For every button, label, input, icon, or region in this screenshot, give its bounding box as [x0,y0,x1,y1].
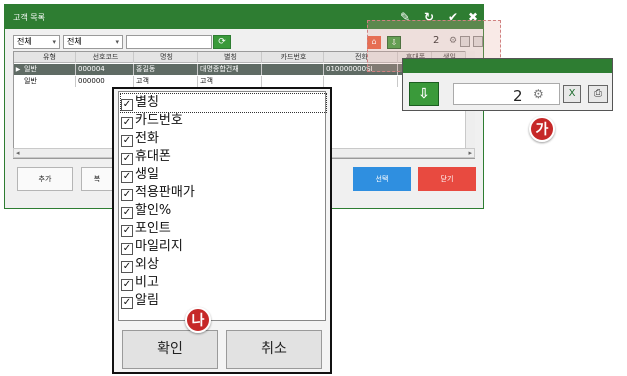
chevron-down-icon: ▾ [52,38,56,46]
checkbox-checked-icon[interactable]: ✓ [121,171,133,183]
column-header[interactable]: 카드번호 [262,52,324,63]
zoom-title-bar [403,59,612,73]
column-option[interactable]: ✓ 카드번호 [121,112,183,130]
scroll-left-icon[interactable]: ◂ [16,149,20,158]
zoom-record-count: 2 [513,87,523,105]
window-title: 고객 목록 [13,13,45,22]
refresh-search-icon: ⟳ [218,37,226,47]
table-cell [324,76,398,87]
column-option[interactable]: ✓ 생일 [121,166,159,184]
column-option-label: 카드번호 [135,113,183,128]
type-select[interactable]: 전체 ▾ [13,35,60,49]
column-option-label: 외상 [135,257,159,272]
confirm-button[interactable]: 확인 [122,330,218,369]
table-cell: 일반 [22,64,76,75]
group-select-value: 전체 [67,37,82,46]
table-cell: 고객 [134,76,198,87]
chevron-down-icon: ▾ [115,38,119,46]
table-cell: 000004 [76,64,134,75]
excel-icon[interactable]: X [563,85,581,103]
checkbox-checked-icon[interactable]: ✓ [121,297,133,309]
checkbox-checked-icon[interactable]: ✓ [121,189,133,201]
add-button[interactable]: 추가 [17,167,73,191]
column-option-label: 비고 [135,275,159,290]
column-option-label: 포인트 [135,221,171,236]
checkbox-checked-icon[interactable]: ✓ [121,99,133,111]
checkbox-checked-icon[interactable]: ✓ [121,117,133,129]
column-option[interactable]: ✓ 외상 [121,256,159,274]
column-option[interactable]: ✓ 포인트 [121,220,171,238]
checkbox-checked-icon[interactable]: ✓ [121,279,133,291]
column-header[interactable]: 명칭 [134,52,198,63]
column-option-label: 별칭 [135,95,159,110]
checkbox-checked-icon[interactable]: ✓ [121,207,133,219]
badge-ga: 가 [529,116,555,142]
table-cell: 고객 [198,76,262,87]
badge-na: 나 [185,307,211,333]
gear-icon[interactable]: ⚙ [533,87,544,101]
table-cell [262,64,324,75]
column-option-label: 할인% [135,203,172,218]
column-option[interactable]: ✓ 적용판매가 [121,184,195,202]
column-option[interactable]: ✓ 비고 [121,274,159,292]
column-option-label: 마일리지 [135,239,183,254]
column-option[interactable]: ✓ 마일리지 [121,238,183,256]
column-header[interactable]: 유형 [22,52,76,63]
checkbox-checked-icon[interactable]: ✓ [121,135,133,147]
close-button[interactable]: 닫기 [418,167,476,191]
select-button[interactable]: 선택 [353,167,411,191]
search-input[interactable] [126,35,212,49]
type-select-value: 전체 [17,37,32,46]
table-cell: 일반 [22,76,76,87]
column-option-label: 적용판매가 [135,185,195,200]
checkbox-checked-icon[interactable]: ✓ [121,225,133,237]
column-option[interactable]: ✓ 별칭 [120,93,327,113]
column-chooser-popup: ✓ 별칭 ✓ 카드번호 ✓ 전화 ✓ 휴대폰 ✓ 생일 ✓ 적용판매가 ✓ 할인% ✓ 포인트 … [112,87,332,374]
checkbox-checked-icon[interactable]: ✓ [121,261,133,273]
table-cell: 대명종합건재 [198,64,262,75]
column-option[interactable]: ✓ 알림 [121,292,159,310]
scroll-right-icon[interactable]: ▸ [468,149,472,158]
column-header[interactable]: 별칭 [198,52,262,63]
toolbar-zoom-callout: ⇩ 2 ⚙ X ⎙ [402,58,613,111]
count-box [453,83,560,105]
column-option-label: 알림 [135,293,159,308]
column-option-label: 전화 [135,131,159,146]
download-icon[interactable]: ⇩ [409,82,439,106]
print-icon[interactable]: ⎙ [588,85,608,103]
column-checkbox-list: ✓ 별칭 ✓ 카드번호 ✓ 전화 ✓ 휴대폰 ✓ 생일 ✓ 적용판매가 ✓ 할인% ✓ 포인트 … [118,91,327,321]
column-header[interactable]: 선호코드 [76,52,134,63]
search-button[interactable]: ⟳ [213,35,231,49]
table-cell [262,76,324,87]
checkbox-checked-icon[interactable]: ✓ [121,243,133,255]
column-option-label: 생일 [135,167,159,182]
column-option[interactable]: ✓ 전화 [121,130,159,148]
table-cell: 홍길동 [134,64,198,75]
column-option-label: 휴대폰 [135,149,171,164]
cancel-button[interactable]: 취소 [226,330,322,369]
group-select[interactable]: 전체 ▾ [63,35,123,49]
row-pointer-icon: ▶ [15,66,21,73]
column-option[interactable]: ✓ 할인% [121,202,171,220]
table-cell: 000000 [76,76,134,87]
column-option[interactable]: ✓ 휴대폰 [121,148,171,166]
checkbox-checked-icon[interactable]: ✓ [121,153,133,165]
copy-button[interactable]: 복 [81,167,113,191]
